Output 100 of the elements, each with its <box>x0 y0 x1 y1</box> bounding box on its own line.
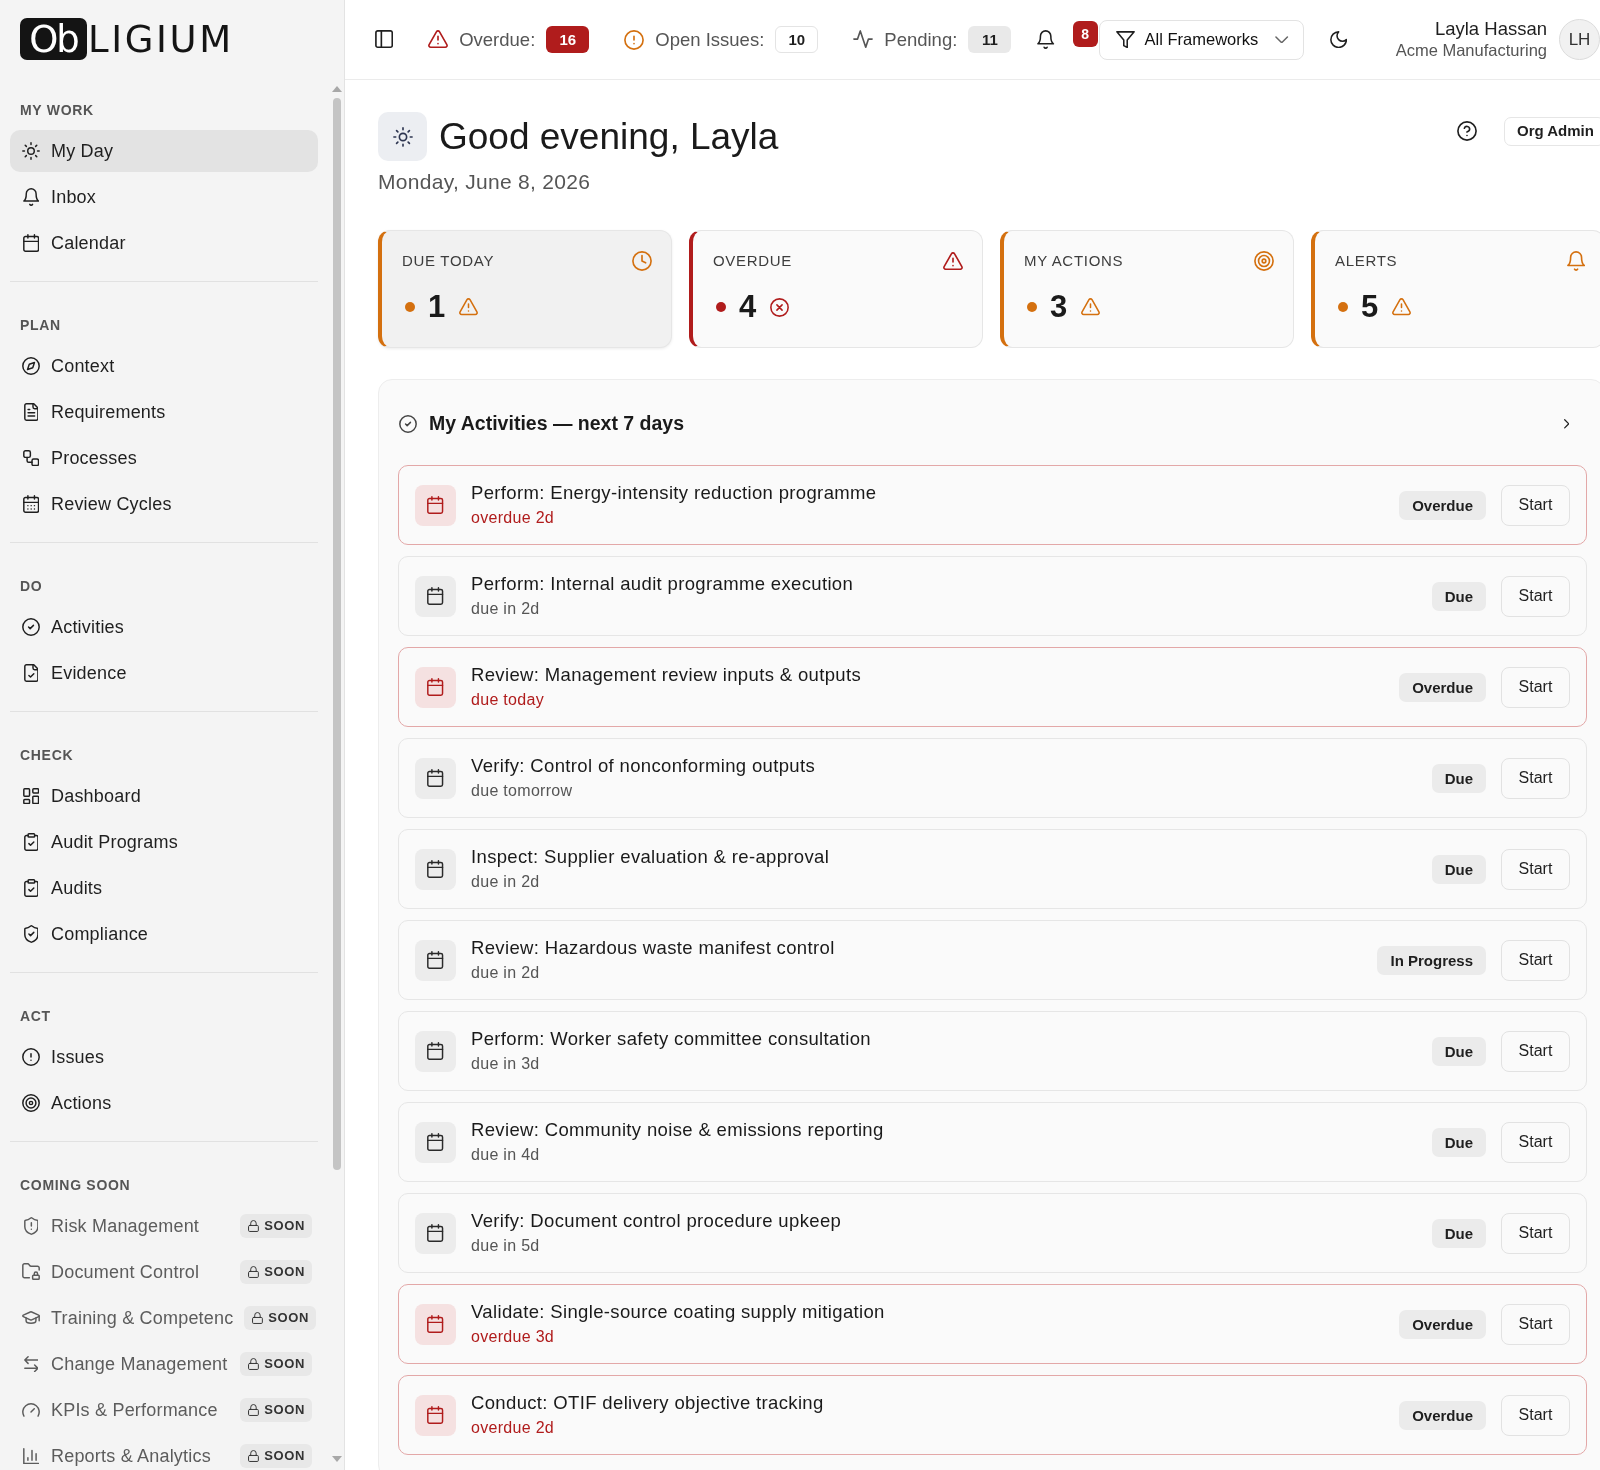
stat-card[interactable]: OVERDUE 4 <box>689 230 983 348</box>
nav-item[interactable]: Calendar <box>10 222 318 264</box>
nav-item[interactable]: Actions <box>10 1082 318 1124</box>
count-badge: 16 <box>546 26 590 53</box>
activity-row[interactable]: Inspect: Supplier evaluation & re-approval due in 2d Due Start <box>398 829 1587 909</box>
count-badge: 10 <box>775 26 819 53</box>
activity-row[interactable]: Perform: Worker safety committee consultation due in 3d Due Start <box>398 1011 1587 1091</box>
calendar-icon <box>415 1121 456 1163</box>
stat-card[interactable]: DUE TODAY 1 <box>378 230 672 348</box>
moon-icon[interactable] <box>1329 30 1347 49</box>
soon-label: SOON <box>268 1309 309 1328</box>
activity-title: Review: Community noise & emissions reporting <box>471 1118 884 1142</box>
chevron-down-icon <box>1275 35 1289 44</box>
start-button[interactable]: Start <box>1501 575 1570 617</box>
calendar-icon <box>415 1394 456 1436</box>
stat-card[interactable]: ALERTS 5 <box>1311 230 1600 348</box>
status-badge: Overdue <box>1399 672 1486 702</box>
document-icon <box>23 403 39 421</box>
start-button[interactable]: Start <box>1501 1212 1570 1254</box>
warning-triangle-icon <box>1392 298 1412 316</box>
calendar-icon <box>415 1212 456 1254</box>
soon-label: SOON <box>264 1355 305 1374</box>
due-text: due today <box>471 690 545 710</box>
lock-icon <box>248 1450 260 1462</box>
activity-title: Inspect: Supplier evaluation & re-approval <box>471 845 830 869</box>
nav-item[interactable]: Activities <box>10 606 318 648</box>
notification-badge: 8 <box>1072 20 1098 47</box>
activity-row[interactable]: Verify: Control of nonconforming outputs due tomorrow Due Start <box>398 738 1587 818</box>
start-button[interactable]: Start <box>1501 666 1570 708</box>
sidebar-toggle-icon[interactable] <box>375 30 394 49</box>
section-label: ACT <box>19 1007 52 1026</box>
check-circle-icon <box>22 618 40 636</box>
stat-card[interactable]: MY ACTIONS 3 <box>1000 230 1294 348</box>
bell-icon <box>22 188 40 206</box>
nav-item[interactable]: Processes <box>10 437 318 479</box>
start-button[interactable]: Start <box>1501 1394 1570 1436</box>
avatar-initials[interactable]: LH <box>1559 19 1600 60</box>
activity-row[interactable]: Conduct: OTIF delivery objective tracking overdue 2d Overdue Start <box>398 1375 1587 1455</box>
nav-item[interactable]: Inbox <box>10 176 318 218</box>
scrollbar-thumb[interactable] <box>333 98 341 1170</box>
due-text: due tomorrow <box>471 781 574 801</box>
sun-icon <box>378 112 427 161</box>
due-text: overdue 3d <box>471 1327 556 1347</box>
calendar-icon <box>415 575 456 617</box>
organization-name: Acme Manufacturing <box>1395 40 1547 61</box>
status-badge: Due <box>1431 1036 1486 1066</box>
activity-title: Perform: Internal audit programme execution <box>471 572 854 596</box>
lock-icon <box>248 1266 260 1278</box>
nav-item[interactable]: Compliance <box>10 913 318 955</box>
activity-row[interactable]: Validate: Single-source coating supply mitigation overdue 3d Overdue Start <box>398 1284 1587 1364</box>
start-button[interactable]: Start <box>1501 939 1570 981</box>
help-icon[interactable] <box>1457 121 1477 141</box>
target-icon <box>22 1094 40 1112</box>
status-badge: Overdue <box>1399 490 1486 520</box>
section-label: MY WORK <box>19 101 95 120</box>
nav-item[interactable]: Context <box>10 345 318 387</box>
due-text: overdue 2d <box>471 1418 556 1438</box>
role-button[interactable]: Org Admin <box>1504 116 1600 146</box>
activity-row[interactable]: Review: Management review inputs & outputs due today Overdue Start <box>398 647 1587 727</box>
filter-icon <box>1115 30 1135 49</box>
nav-item[interactable]: Evidence <box>10 652 318 694</box>
status-badge: In Progress <box>1377 945 1486 975</box>
stat-label: DUE TODAY <box>402 251 495 271</box>
chevron-right-icon[interactable] <box>1563 419 1569 429</box>
linked-squares-icon <box>22 449 40 467</box>
activity-row[interactable]: Perform: Internal audit programme execution due in 2d Due Start <box>398 556 1587 636</box>
nav-item[interactable]: Issues <box>10 1036 318 1078</box>
calendar-icon <box>22 234 40 252</box>
status-badge: Overdue <box>1399 1309 1486 1339</box>
soon-label: SOON <box>264 1263 305 1282</box>
warning-triangle-icon <box>943 251 963 271</box>
pulse-icon <box>853 30 874 49</box>
start-button[interactable]: Start <box>1501 848 1570 890</box>
check-circle-icon <box>399 415 417 433</box>
clipboard-check-icon <box>23 879 39 897</box>
nav-item[interactable]: Dashboard <box>10 775 318 817</box>
activity-row[interactable]: Review: Community noise & emissions reporting due in 4d Due Start <box>398 1102 1587 1182</box>
start-button[interactable]: Start <box>1501 757 1570 799</box>
nav-item[interactable]: Requirements <box>10 391 318 433</box>
bell-icon[interactable] <box>1037 30 1055 49</box>
activity-row[interactable]: Perform: Energy-intensity reduction programme overdue 2d Overdue Start <box>398 465 1587 545</box>
x-circle-icon <box>770 297 790 317</box>
due-text: overdue 2d <box>471 508 556 528</box>
lock-icon <box>248 1358 260 1370</box>
start-button[interactable]: Start <box>1501 1121 1570 1163</box>
activity-row[interactable]: Verify: Document control procedure upkeep due in 5d Due Start <box>398 1193 1587 1273</box>
warning-triangle-icon <box>459 298 479 316</box>
nav-item[interactable]: Audit Programs <box>10 821 318 863</box>
start-button[interactable]: Start <box>1501 1303 1570 1345</box>
start-button[interactable]: Start <box>1501 1030 1570 1072</box>
activity-row[interactable]: Review: Hazardous waste manifest control due in 2d In Progress Start <box>398 920 1587 1000</box>
start-button[interactable]: Start <box>1501 484 1570 526</box>
nav-item[interactable]: Review Cycles <box>10 483 318 525</box>
framework-select[interactable]: All Frameworks <box>1098 19 1304 60</box>
bar-chart-icon <box>22 1447 40 1465</box>
sun-icon <box>22 142 40 160</box>
nav-item[interactable]: My Day <box>10 130 318 172</box>
due-text: due in 5d <box>471 1236 541 1256</box>
nav-item[interactable]: Audits <box>10 867 318 909</box>
activity-title: Verify: Control of nonconforming outputs <box>471 754 816 778</box>
